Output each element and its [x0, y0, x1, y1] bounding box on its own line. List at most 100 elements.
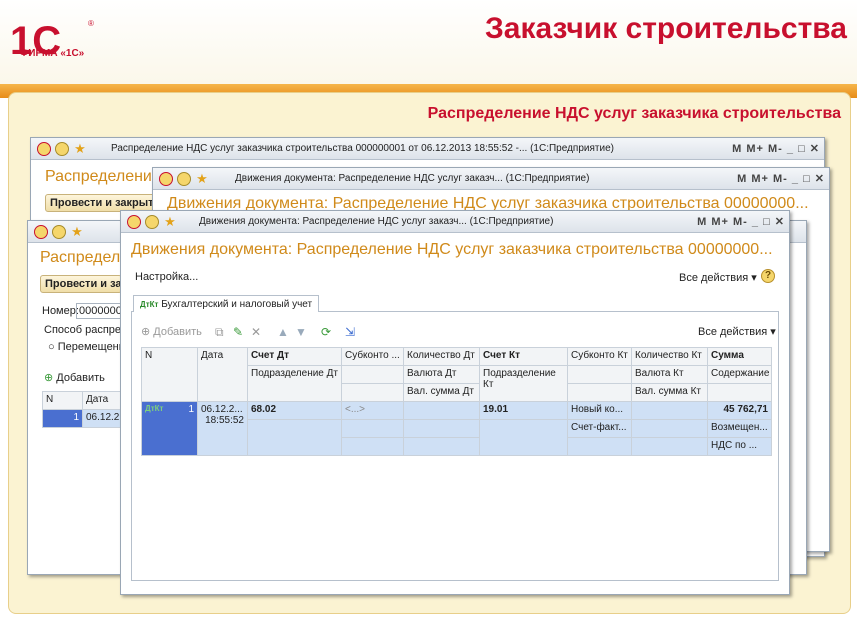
col-date: Дата [82, 391, 124, 410]
star-icon[interactable]: ★ [163, 215, 177, 229]
window-controls[interactable]: M M+ M- _ □ ✕ [697, 215, 785, 228]
radio-label: Перемещени [57, 341, 125, 353]
slide-title: Заказчик строительства [485, 12, 847, 45]
star-icon[interactable]: ★ [195, 172, 209, 186]
col-amount: Сумма [707, 347, 772, 366]
copy-icon[interactable]: ⧉ [215, 325, 224, 340]
app-1c-icon[interactable] [37, 142, 51, 156]
dropdown-icon[interactable] [177, 172, 191, 186]
col-kt-currency: Валюта Кт [631, 365, 708, 384]
export-icon[interactable]: ⇲ [345, 325, 355, 339]
window-heading: Распределе [40, 249, 125, 266]
radio-option[interactable]: ○ Перемещени [48, 341, 125, 353]
star-icon[interactable]: ★ [73, 142, 87, 156]
col-dt-subconto-3 [341, 383, 404, 402]
cell-kt-subdiv [479, 419, 568, 456]
add-label: Добавить [56, 372, 105, 384]
add-icon: ⊕ [141, 326, 151, 338]
add-button[interactable]: ⊕ Добавить [141, 325, 202, 338]
tab-accounting[interactable]: ДтКт Бухгалтерский и налоговый учет [133, 295, 320, 312]
col-dt-subconto: Субконто ... [341, 347, 404, 366]
cell-content: Возмещен... [707, 419, 772, 438]
cell-kt-subconto-2: Счет-факт... [567, 419, 632, 438]
tab-label: Бухгалтерский и налоговый учет [161, 299, 313, 310]
cell-dt-currency [403, 419, 480, 438]
app-1c-icon[interactable] [159, 172, 173, 186]
app-1c-icon[interactable] [34, 225, 48, 239]
col-dt-cur-amount: Вал. сумма Дт [403, 383, 480, 402]
refresh-icon[interactable]: ⟳ [321, 325, 331, 339]
all-actions-label: Все действия [679, 272, 749, 284]
window-controls[interactable]: M M+ M- _ □ ✕ [732, 142, 820, 155]
star-icon[interactable]: ★ [70, 225, 84, 239]
col-dt-subdiv: Подразделение Дт [247, 365, 342, 402]
settings-link[interactable]: Настройка... [135, 271, 198, 283]
col-kt-subconto-2 [567, 365, 632, 384]
cell-dt-subconto-2 [341, 419, 404, 438]
col-kt-subconto: Субконто Кт [567, 347, 632, 366]
col-dt-subconto-2 [341, 365, 404, 384]
grid-all-actions-menu[interactable]: Все действия ▾ [698, 325, 776, 338]
help-icon[interactable]: ? [761, 269, 775, 283]
cell-kt-subconto: Новый ко... [567, 401, 632, 420]
table-row[interactable]: ДтКт 1 06.12.2... 18:55:52 68.02 <...> 1… [141, 401, 772, 456]
number-field[interactable]: 00000000 [76, 303, 122, 319]
window-titlebar: ★ Движения документа: Распределение НДС … [153, 168, 829, 190]
grid-toolbar: ⊕ Добавить ⧉ ✎ ✕ ▲ ▼ ⟳ ⇲ Все действия ▾ [141, 323, 776, 341]
movements-table: N Дата Счет Дт Субконто ... Количество Д… [141, 347, 772, 456]
col-dt-currency: Валюта Дт [403, 365, 480, 384]
number-label: Номер: [42, 305, 79, 317]
move-up-icon[interactable]: ▲ [277, 325, 289, 339]
app-1c-icon[interactable] [127, 215, 141, 229]
cell-kt-currency [631, 419, 708, 438]
cell-date: 06.12.2... 18:55:52 [197, 401, 248, 456]
slide-subtitle: Распределение НДС услуг заказчика строит… [427, 105, 841, 122]
col-dt-account: Счет Дт [247, 347, 342, 366]
move-down-icon[interactable]: ▼ [295, 325, 307, 339]
delete-icon[interactable]: ✕ [251, 325, 261, 339]
svg-text:®: ® [88, 19, 94, 28]
row-n: 1 [188, 404, 194, 415]
window-titlebar: ★ Движения документа: Распределение НДС … [121, 211, 789, 233]
cell-dt-subconto-3 [341, 437, 404, 456]
all-actions-menu[interactable]: Все действия ▾ [679, 271, 757, 284]
col-kt-cur-amount: Вал. сумма Кт [631, 383, 708, 402]
col-date: Дата [197, 347, 248, 402]
movements-window: ★ Движения документа: Распределение НДС … [120, 210, 790, 595]
window-heading: Распределени [45, 168, 152, 185]
cell-n: ДтКт 1 [141, 401, 198, 456]
cell-kt-cur-amount [631, 437, 708, 456]
window-title: Движения документа: Распределение НДС ус… [235, 173, 590, 184]
cell-dt-subconto: <...> [341, 401, 404, 420]
table-row[interactable]: 1 06.12.2 [42, 409, 124, 428]
col-kt-subconto-3 [567, 383, 632, 402]
window-controls[interactable]: M M+ M- _ □ ✕ [737, 172, 825, 185]
dt-kt-icon: ДтКт [140, 300, 159, 309]
table-header: N Дата [42, 391, 124, 410]
col-n: N [42, 391, 83, 410]
col-content-2 [707, 383, 772, 402]
cell-dt-qty [403, 401, 480, 420]
cell-kt-subconto-3 [567, 437, 632, 456]
table-header: N Дата Счет Дт Субконто ... Количество Д… [141, 347, 772, 402]
col-dt-qty: Количество Дт [403, 347, 480, 366]
add-icon: ⊕ [44, 372, 54, 384]
window-heading: Движения документа: Распределение НДС ус… [131, 241, 773, 258]
dropdown-icon[interactable] [52, 225, 66, 239]
dropdown-icon[interactable] [145, 215, 159, 229]
1c-logo-icon: 1С ® [10, 19, 94, 63]
col-content: Содержание [707, 365, 772, 384]
slide-header: 1С ® ФИРМА «1С» Заказчик строительства [0, 0, 857, 84]
window-title: Распределение НДС услуг заказчика строит… [111, 143, 614, 154]
cell-amount: 45 762,71 [707, 401, 772, 420]
cell-kt-account: 19.01 [479, 401, 568, 420]
add-button[interactable]: ⊕ Добавить [44, 371, 105, 384]
dropdown-icon[interactable] [55, 142, 69, 156]
col-kt-account: Счет Кт [479, 347, 568, 366]
col-kt-subdiv: Подразделение Кт [479, 365, 568, 402]
col-kt-qty: Количество Кт [631, 347, 708, 366]
edit-icon[interactable]: ✎ [233, 325, 243, 339]
post-and-close-button[interactable]: Провести и закрыть [40, 275, 122, 293]
row-date: 06.12.2... [201, 404, 243, 415]
window-title: Движения документа: Распределение НДС ус… [199, 216, 554, 227]
